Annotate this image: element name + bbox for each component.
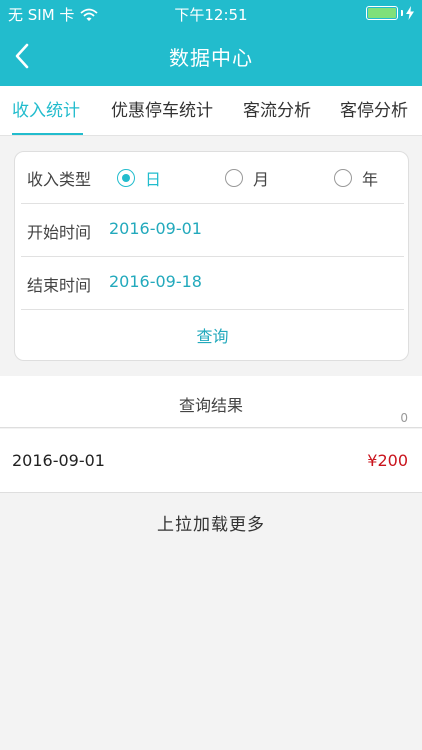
active-tab-indicator — [12, 133, 83, 135]
results-title: 查询结果 — [178, 396, 243, 415]
status-time: 下午12:51 — [174, 6, 248, 24]
load-more-hint[interactable]: 上拉加载更多 — [0, 510, 422, 535]
query-button[interactable]: 查询 — [15, 312, 410, 362]
tab-discount-parking-stats[interactable]: 优惠停车统计 — [111, 86, 213, 136]
start-time-row[interactable]: 开始时间 2016-09-01 — [21, 205, 404, 257]
page-title: 数据中心 — [169, 46, 253, 70]
end-time-label: 结束时间 — [27, 276, 92, 295]
radio-month-label: 月 — [253, 170, 270, 189]
income-type-label: 收入类型 — [27, 170, 92, 189]
start-time-value[interactable]: 2016-09-01 — [109, 219, 202, 238]
results-header: 查询结果 0 — [0, 376, 422, 428]
tab-bar: 收入统计 优惠停车统计 客流分析 客停分析 — [0, 86, 422, 136]
start-time-label: 开始时间 — [27, 223, 92, 242]
end-time-row[interactable]: 结束时间 2016-09-18 — [21, 258, 404, 310]
tab-guest-parking-analysis[interactable]: 客停分析 — [340, 86, 408, 136]
battery-icon — [366, 6, 398, 20]
radio-day-label: 日 — [145, 170, 162, 189]
query-form-card: 收入类型 日 月 年 开始时间 2016-09-01 结束时间 2016-09-… — [14, 151, 409, 361]
result-date: 2016-09-01 — [12, 451, 105, 470]
battery-indicator — [366, 6, 414, 20]
radio-year[interactable]: 年 — [334, 166, 378, 190]
radio-unchecked-icon — [334, 169, 352, 187]
radio-day[interactable]: 日 — [117, 166, 161, 190]
radio-unchecked-icon — [225, 169, 243, 187]
result-amount: ¥200 — [367, 451, 408, 470]
radio-year-label: 年 — [362, 170, 379, 189]
results-count: 0 — [400, 411, 408, 425]
status-bar: 无 SIM 卡 下午12:51 — [0, 0, 422, 26]
tab-traffic-analysis[interactable]: 客流分析 — [243, 86, 311, 136]
radio-checked-icon — [117, 169, 135, 187]
tab-income-stats[interactable]: 收入统计 — [12, 86, 80, 136]
charging-icon — [406, 6, 414, 20]
top-bar: 无 SIM 卡 下午12:51 数据中心 — [0, 0, 422, 86]
table-row[interactable]: 2016-09-01 ¥200 — [0, 429, 422, 493]
radio-month[interactable]: 月 — [225, 166, 269, 190]
end-time-value[interactable]: 2016-09-18 — [109, 272, 202, 291]
navigation-bar: 数据中心 — [0, 26, 422, 86]
income-type-row: 收入类型 日 月 年 — [21, 152, 404, 204]
